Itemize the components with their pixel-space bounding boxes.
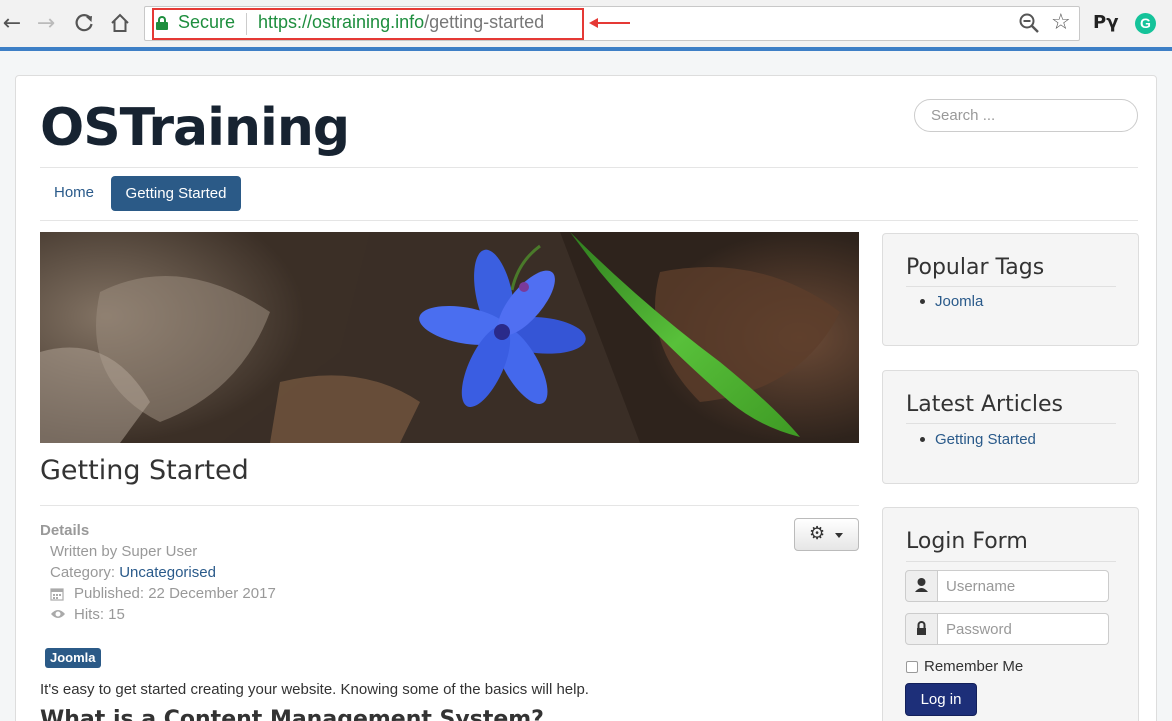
article-published: Published: 22 December 2017 xyxy=(74,585,276,602)
popular-tags-title: Popular Tags xyxy=(906,255,1045,280)
browser-toolbar: ← → Secure https://ostraining.info/getti… xyxy=(0,0,1172,47)
article-hits: Hits: 15 xyxy=(74,606,125,623)
zoom-out-icon[interactable] xyxy=(1018,12,1040,34)
latest-article-getting-started[interactable]: Getting Started xyxy=(935,431,1036,448)
article-intro: It's easy to get started creating your w… xyxy=(40,681,589,698)
hero-image xyxy=(40,232,859,443)
latest-articles-panel: Latest Articles Getting Started xyxy=(882,370,1139,484)
reload-icon[interactable] xyxy=(72,12,96,36)
nav-item-getting-started[interactable]: Getting Started xyxy=(111,176,241,211)
header-divider xyxy=(40,167,1138,168)
latest-articles-title: Latest Articles xyxy=(906,392,1064,417)
article-divider xyxy=(40,505,859,506)
url-annotation-box xyxy=(152,8,584,40)
annotation-arrow-line xyxy=(596,22,630,24)
article-category: Category: Uncategorised xyxy=(50,564,216,581)
bullet-icon xyxy=(920,437,925,442)
article-title: Getting Started xyxy=(40,455,249,486)
calendar-icon xyxy=(50,587,64,601)
password-input[interactable] xyxy=(938,613,1109,645)
grammarly-icon[interactable]: G xyxy=(1135,13,1156,34)
popular-tag-joomla[interactable]: Joomla xyxy=(935,293,983,310)
user-icon xyxy=(905,570,938,602)
eye-icon xyxy=(50,607,66,621)
home-icon[interactable] xyxy=(108,12,132,36)
bookmark-star-icon[interactable]: ☆ xyxy=(1051,10,1071,35)
caret-down-icon xyxy=(835,533,843,538)
username-input[interactable] xyxy=(938,570,1109,602)
gear-icon: ⚙ xyxy=(809,523,826,544)
nav-item-home[interactable]: Home xyxy=(40,176,108,210)
login-button[interactable]: Log in xyxy=(905,683,977,716)
bullet-icon xyxy=(920,299,925,304)
article-subheading: What is a Content Management System? xyxy=(40,707,544,721)
panel-divider xyxy=(906,561,1116,562)
extension-py-icon[interactable]: Pγ xyxy=(1093,12,1118,33)
site-brand[interactable]: OSTraining xyxy=(40,97,350,159)
forward-arrow-icon[interactable]: → xyxy=(34,12,58,36)
panel-divider xyxy=(906,423,1116,424)
tag-badge-joomla[interactable]: Joomla xyxy=(45,648,101,668)
article-author: Written by Super User xyxy=(50,543,198,560)
lock-icon xyxy=(905,613,938,645)
nav-divider xyxy=(40,220,1138,221)
remember-me-checkbox[interactable] xyxy=(906,661,918,673)
remember-me-label[interactable]: Remember Me xyxy=(924,658,1023,675)
back-arrow-icon[interactable]: ← xyxy=(0,12,24,36)
category-label: Category: xyxy=(50,564,116,581)
popular-tags-panel: Popular Tags Joomla xyxy=(882,233,1139,346)
details-heading: Details xyxy=(40,522,90,539)
panel-divider xyxy=(906,286,1116,287)
login-form-title: Login Form xyxy=(906,529,1028,554)
password-group xyxy=(905,613,1109,645)
username-group xyxy=(905,570,1109,602)
search-input[interactable] xyxy=(914,99,1138,132)
toolbar-accent-line xyxy=(0,47,1172,51)
article-tools-button[interactable]: ⚙ xyxy=(794,518,859,551)
category-link[interactable]: Uncategorised xyxy=(119,564,216,581)
